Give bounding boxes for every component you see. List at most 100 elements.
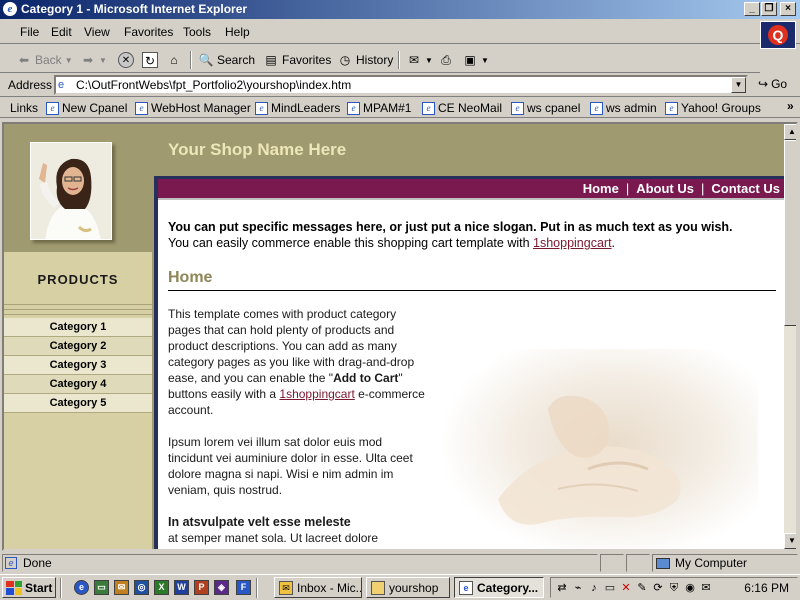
link-mpam1[interactable]: e MPAM#1 [347, 101, 411, 115]
antivirus-icon[interactable]: ⛨ [667, 581, 681, 595]
task-yourshop[interactable]: yourshop [366, 577, 450, 598]
task-inbox[interactable]: ✉ Inbox - Mic... [274, 577, 362, 598]
link-mindleaders[interactable]: e MindLeaders [255, 101, 340, 115]
scroll-thumb[interactable] [784, 140, 796, 326]
windows-taskbar: Start e ▭ ✉ ◎ X W P ◈ F ✉ Inbox - Mic...… [0, 574, 800, 600]
link-label: ws cpanel [527, 101, 581, 115]
ie-page-icon: e [665, 101, 678, 115]
intro-text: You can put specific messages here, or j… [168, 219, 778, 251]
task-label: yourshop [389, 580, 439, 595]
scroll-up-arrow-icon[interactable]: ▲ [784, 124, 796, 140]
link-new-cpanel[interactable]: e New Cpanel [46, 101, 127, 115]
security-icon[interactable]: ◉ [683, 581, 697, 595]
link-ws-cpanel[interactable]: e ws cpanel [511, 101, 580, 115]
menu-favorites[interactable]: Favorites [124, 25, 173, 39]
ie-page-icon: e [511, 101, 524, 115]
sync-icon[interactable]: ⟳ [651, 581, 665, 595]
category-5-link[interactable]: Category 5 [4, 394, 152, 413]
address-input[interactable]: e C:\OutFrontWebs\fpt_Portfolio2\yoursho… [54, 75, 748, 95]
favorites-button[interactable]: ▤ Favorites [263, 50, 331, 70]
ie-page-icon: e [46, 101, 59, 115]
toolbar-separator [398, 51, 400, 69]
refresh-button[interactable]: ↻ [142, 50, 158, 70]
menu-help[interactable]: Help [225, 25, 250, 39]
quicklaunch-ie-icon[interactable]: e [74, 580, 89, 595]
network-icon[interactable]: ⇄ [555, 581, 569, 595]
quicklaunch-outlook-icon[interactable]: ✉ [114, 580, 129, 595]
restore-button[interactable]: ❐ [761, 2, 777, 16]
logo-mark-icon: Q [768, 25, 788, 45]
menu-file[interactable]: File [20, 25, 39, 39]
add-to-cart-text: Add to Cart [333, 371, 399, 385]
history-button[interactable]: ◷ History [337, 50, 394, 70]
category-4-link[interactable]: Category 4 [4, 375, 152, 394]
task-label: Category... [477, 580, 539, 595]
zone-text: My Computer [675, 556, 748, 570]
home-button[interactable]: ⌂ [166, 50, 182, 70]
back-button[interactable]: ⬅ Back ▼ [16, 50, 73, 70]
task-label: Inbox - Mic... [297, 580, 362, 595]
links-overflow-chevron-icon[interactable]: » [787, 99, 794, 113]
nav-separator: | [625, 181, 630, 196]
pen-icon[interactable]: ✎ [635, 581, 649, 595]
search-icon: 🔍 [198, 53, 214, 67]
search-button[interactable]: 🔍 Search [198, 50, 256, 70]
link-yahoo-groups[interactable]: e Yahoo! Groups [665, 101, 761, 115]
menu-tools[interactable]: Tools [183, 25, 211, 39]
forward-button[interactable]: ➡ ▼ [80, 50, 107, 70]
category-3-link[interactable]: Category 3 [4, 356, 152, 375]
connection-icon[interactable]: ⌁ [571, 581, 585, 595]
quicklaunch-app-icon[interactable]: ◈ [214, 580, 229, 595]
nav-contact-link[interactable]: Contact Us [711, 181, 780, 196]
link-label: CE NeoMail [438, 101, 503, 115]
link-label: ws admin [606, 101, 657, 115]
main-content-panel: Home | About Us | Contact Us You can put… [154, 176, 784, 549]
go-button[interactable]: ↪ Go [758, 77, 787, 91]
quicklaunch-frontpage-icon[interactable]: F [236, 580, 251, 595]
address-dropdown-icon[interactable]: ▼ [731, 77, 746, 93]
mail-tray-icon[interactable]: ✉ [699, 581, 713, 595]
status-cell [600, 554, 624, 572]
scroll-down-arrow-icon[interactable]: ▼ [784, 533, 796, 549]
edit-button[interactable]: ▣ ▼ [462, 50, 489, 70]
windows-logo-icon [6, 580, 22, 595]
ie-page-icon: e [135, 101, 148, 115]
browser-window: e Category 1 - Microsoft Internet Explor… [0, 0, 800, 574]
close-button[interactable]: × [780, 2, 796, 16]
menu-view[interactable]: View [84, 25, 110, 39]
taskbar-separator [256, 578, 258, 598]
start-button[interactable]: Start [2, 577, 56, 598]
disconnected-icon[interactable]: ✕ [619, 581, 633, 595]
slogan: You can put specific messages here, or j… [168, 220, 733, 234]
link-ws-admin[interactable]: e ws admin [590, 101, 657, 115]
start-label: Start [25, 580, 53, 595]
quicklaunch-powerpoint-icon[interactable]: P [194, 580, 209, 595]
1shoppingcart-link[interactable]: 1shoppingcart [533, 236, 612, 250]
nav-about-link[interactable]: About Us [636, 181, 694, 196]
category-2-link[interactable]: Category 2 [4, 337, 152, 356]
nav-separator: | [700, 181, 705, 196]
quicklaunch-channels-icon[interactable]: ◎ [134, 580, 149, 595]
mail-button[interactable]: ✉ ▼ [406, 50, 433, 70]
link-ce-neomail[interactable]: e CE NeoMail [422, 101, 502, 115]
stop-button[interactable]: ✕ [118, 50, 134, 70]
quicklaunch-word-icon[interactable]: W [174, 580, 189, 595]
category-1-link[interactable]: Category 1 [4, 318, 152, 337]
volume-icon[interactable]: ♪ [587, 581, 601, 595]
task-category[interactable]: e Category... [454, 577, 544, 598]
title-bar: e Category 1 - Microsoft Internet Explor… [0, 0, 800, 19]
quicklaunch-desktop-icon[interactable]: ▭ [94, 580, 109, 595]
menu-edit[interactable]: Edit [51, 25, 72, 39]
vertical-scrollbar[interactable]: ▲ ▼ [784, 124, 796, 549]
paragraph-2: Ipsum lorem vei illum sat dolor euis mod… [168, 435, 413, 497]
monitor-icon[interactable]: ▭ [603, 581, 617, 595]
minimize-button[interactable]: _ [744, 2, 760, 16]
quicklaunch-excel-icon[interactable]: X [154, 580, 169, 595]
hands-image [438, 349, 758, 549]
link-webhost-manager[interactable]: e WebHost Manager [135, 101, 251, 115]
category-list: Category 1 Category 2 Category 3 Categor… [4, 318, 152, 413]
print-button[interactable]: ⎙ [438, 50, 454, 70]
nav-home-link[interactable]: Home [583, 181, 619, 196]
1shoppingcart-link[interactable]: 1shoppingcart [279, 387, 354, 401]
address-url: C:\OutFrontWebs\fpt_Portfolio2\yourshop\… [76, 78, 352, 92]
